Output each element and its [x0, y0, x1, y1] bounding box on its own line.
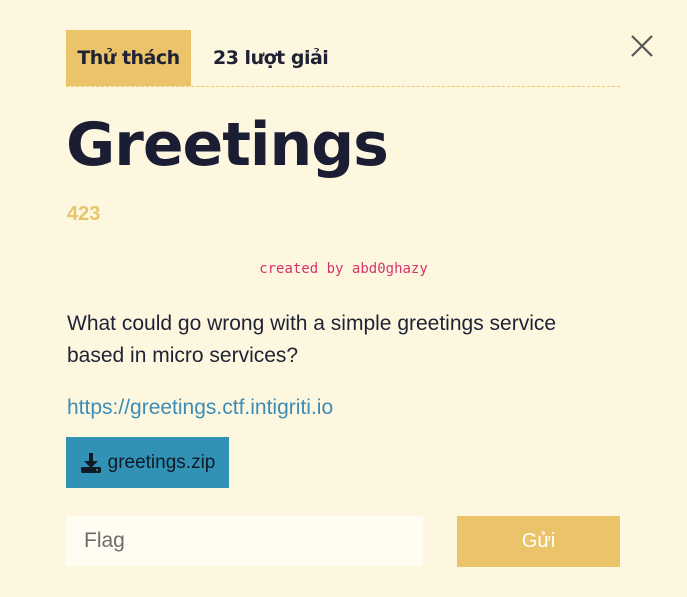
- challenge-link[interactable]: https://greetings.ctf.intigriti.io: [67, 396, 333, 420]
- flag-input[interactable]: [66, 516, 423, 566]
- tab-solves-label: 23 lượt giải: [213, 47, 329, 69]
- challenge-points: 423: [67, 203, 101, 225]
- challenge-author: created by abd0ghazy: [259, 261, 428, 277]
- tab-solves[interactable]: 23 lượt giải: [191, 30, 350, 86]
- close-icon[interactable]: [629, 33, 655, 59]
- file-name: greetings.zip: [107, 451, 216, 473]
- modal-tabs: Thử thách 23 lượt giải: [66, 30, 620, 87]
- challenge-description: What could go wrong with a simple greeti…: [67, 312, 557, 367]
- download-icon: [80, 452, 102, 474]
- tab-challenge-label: Thử thách: [77, 47, 180, 69]
- challenge-title: Greetings: [66, 110, 389, 180]
- tab-challenge[interactable]: Thử thách: [66, 30, 191, 86]
- submit-button[interactable]: Gửi: [457, 516, 620, 567]
- download-file-button[interactable]: greetings.zip: [66, 437, 229, 488]
